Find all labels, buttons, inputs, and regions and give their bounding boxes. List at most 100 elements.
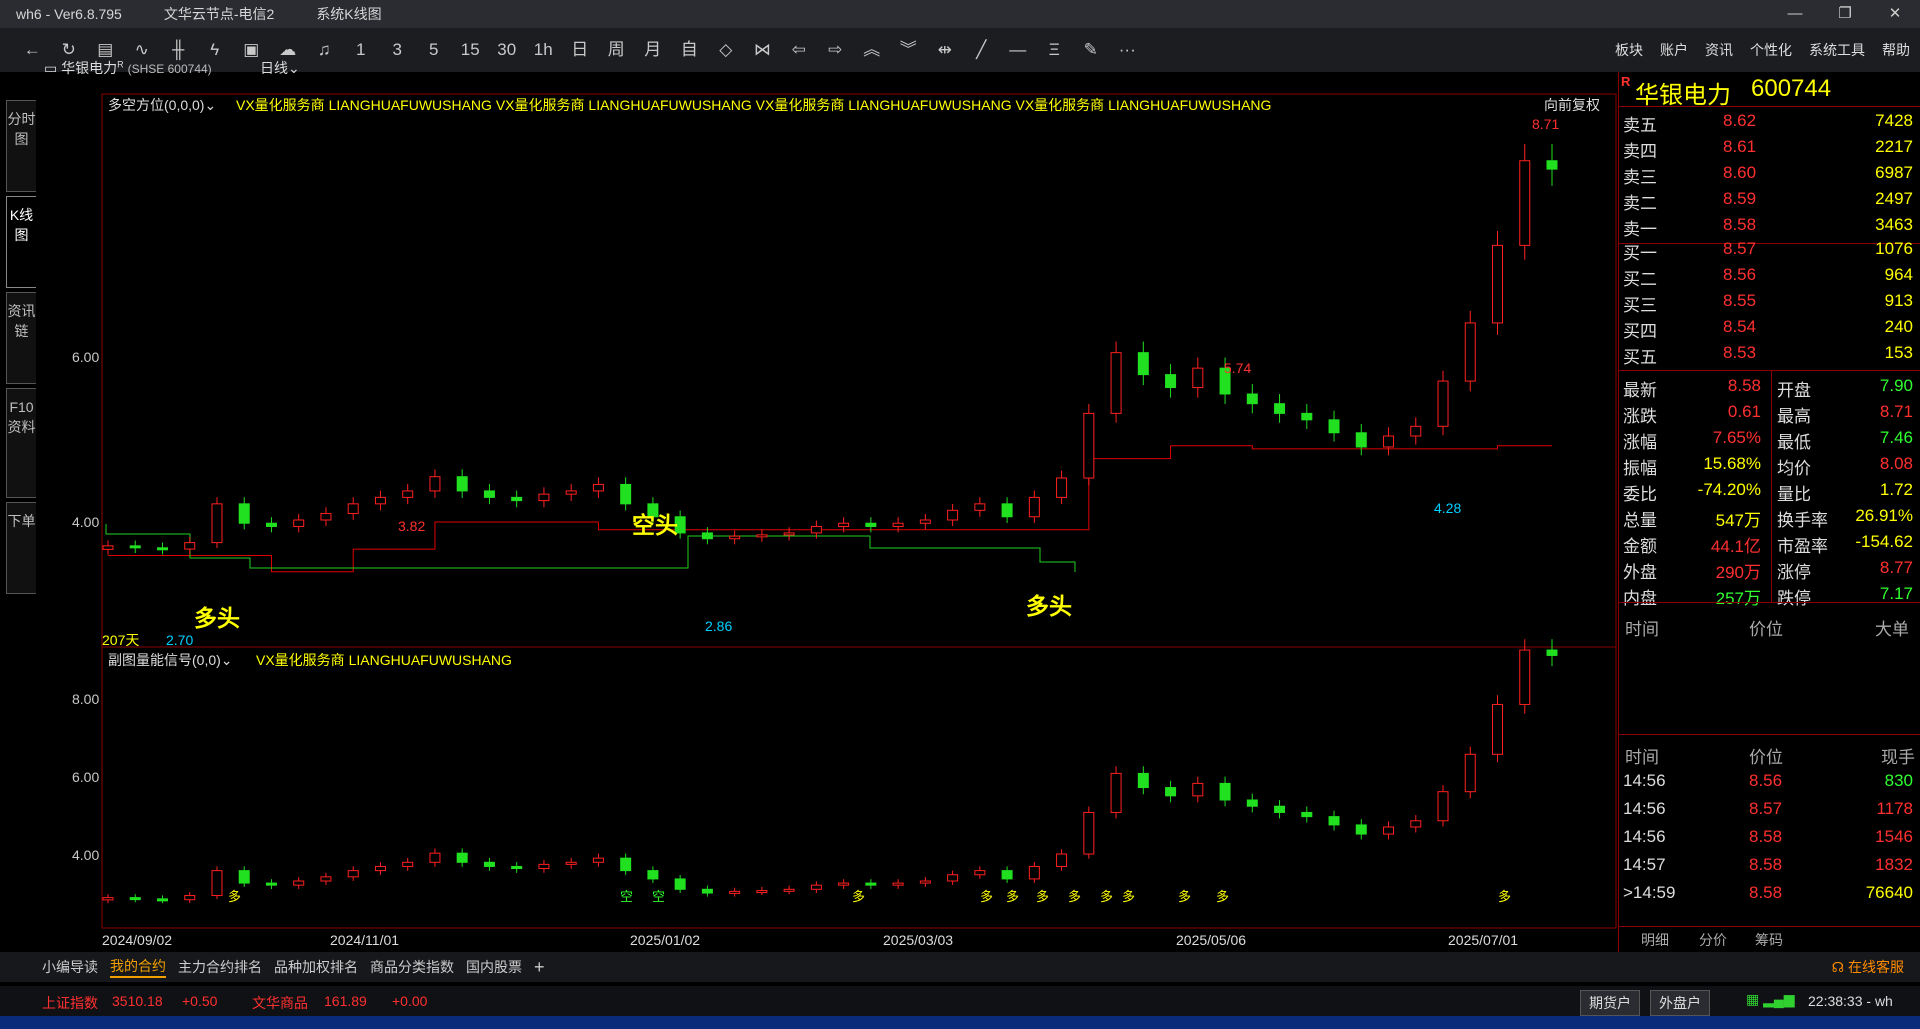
zoom-in-icon[interactable]: ◇ xyxy=(708,28,745,72)
menu-sector[interactable]: 板块 xyxy=(1615,40,1643,60)
sub-indicator-name[interactable]: 副图量能信号(0,0)⌄ xyxy=(108,650,233,670)
period-1[interactable]: 1 xyxy=(343,28,380,72)
sub-candle-body xyxy=(947,874,959,882)
ask-row: 卖三 8.60 6987 xyxy=(1619,160,1920,187)
menu-tools[interactable]: 系统工具 xyxy=(1809,40,1865,60)
bid-row: 买四 8.54 240 xyxy=(1619,314,1920,341)
index2-name[interactable]: 文华商品 xyxy=(252,993,308,1013)
kline-chart[interactable] xyxy=(0,72,1618,952)
sub-signal-label: 多 xyxy=(1122,889,1136,904)
text-icon[interactable]: Ξ xyxy=(1036,28,1073,72)
foreign-account-button[interactable]: 外盘户 xyxy=(1650,990,1710,1016)
left-icon[interactable]: ⇦ xyxy=(781,28,818,72)
btab-main-rank[interactable]: 主力合约排名 xyxy=(178,957,262,977)
period-1h[interactable]: 1h xyxy=(525,28,562,72)
more-icon[interactable]: ··· xyxy=(1109,28,1146,72)
sub-candle-body xyxy=(701,888,713,894)
menu-account[interactable]: 账户 xyxy=(1660,40,1688,60)
btab-category-index[interactable]: 商品分类指数 xyxy=(370,957,454,977)
sub-candle-body xyxy=(1464,753,1476,793)
candle-body xyxy=(293,519,305,527)
up-icon[interactable]: ︽ xyxy=(854,28,891,72)
futures-account-button[interactable]: 期货户 xyxy=(1580,990,1640,1016)
menu-personalize[interactable]: 个性化 xyxy=(1750,40,1792,60)
hline-icon[interactable]: — xyxy=(1000,28,1037,72)
sub-candle-body xyxy=(1274,805,1286,813)
period-dropdown[interactable]: 日线⌄ xyxy=(260,58,300,78)
btab-weighted-rank[interactable]: 品种加权排名 xyxy=(274,957,358,977)
stat-value: 15.68% xyxy=(1703,454,1761,473)
period-3[interactable]: 3 xyxy=(379,28,416,72)
tab-detail[interactable]: 明细 xyxy=(1641,930,1669,950)
period-day[interactable]: 日 xyxy=(562,28,599,72)
period-30[interactable]: 30 xyxy=(489,28,526,72)
draw-line-icon[interactable]: ╱ xyxy=(963,28,1000,72)
chart-area[interactable]: ▭ 华银电力R (SHSE 600744) 日线⌄ 多空方位(0,0,0)⌄ VX… xyxy=(0,59,1618,952)
sub-sponsor-tags: VX量化服务商 LIANGHUAFUWUSHANG xyxy=(256,652,512,668)
eraser-icon[interactable]: ✎ xyxy=(1073,28,1110,72)
sub-candle-body xyxy=(1110,772,1122,813)
bid-label: 买五 xyxy=(1623,348,1657,367)
add-tab-button[interactable]: + xyxy=(534,957,545,978)
btab-guide[interactable]: 小编导读 xyxy=(42,957,98,977)
tab-chip[interactable]: 筹码 xyxy=(1755,930,1783,950)
sub-candle-body xyxy=(810,884,822,890)
candle-body xyxy=(1328,419,1340,434)
divider xyxy=(1619,602,1920,603)
sub-candle-body xyxy=(892,882,904,886)
quote-code: 600744 xyxy=(1751,75,1832,102)
btab-stocks[interactable]: 国内股票 xyxy=(466,957,522,977)
bid-volume: 153 xyxy=(1884,343,1913,362)
tab-price[interactable]: 分价 xyxy=(1699,930,1727,950)
title-bar: wh6 - Ver6.8.795 文华云节点-电信2 系统K线图 — ❐ ✕ xyxy=(0,0,1920,28)
period-15[interactable]: 15 xyxy=(452,28,489,72)
candle-body xyxy=(402,490,414,498)
candle-body xyxy=(483,490,495,498)
server-name[interactable]: 文华云节点-电信2 xyxy=(164,4,274,24)
detail-h-price: 价位 xyxy=(1749,620,1783,639)
minimize-icon[interactable]: — xyxy=(1770,0,1820,28)
split-icon[interactable]: ⇹ xyxy=(927,28,964,72)
tick-price: 8.56 xyxy=(1749,771,1783,790)
bell-icon[interactable]: ♫ xyxy=(306,28,343,72)
down-icon[interactable]: ︾ xyxy=(890,28,927,72)
zoom-out-icon[interactable]: ⋈ xyxy=(744,28,781,72)
candle-body xyxy=(429,476,441,492)
stat-label: 最高 xyxy=(1777,407,1811,426)
menu-news[interactable]: 资讯 xyxy=(1705,40,1733,60)
close-icon[interactable]: ✕ xyxy=(1870,0,1920,28)
stat-row: 委比 -74.20% 量比 1.72 xyxy=(1619,477,1920,504)
tick-volume: 1832 xyxy=(1875,855,1913,874)
tick-price: 8.58 xyxy=(1749,827,1783,846)
stat-value: 257万 xyxy=(1715,589,1761,608)
stat-label: 最低 xyxy=(1777,433,1811,452)
period-week[interactable]: 周 xyxy=(598,28,635,72)
right-icon[interactable]: ⇨ xyxy=(817,28,854,72)
restore-icon[interactable]: ❐ xyxy=(1820,0,1870,28)
chart-stock-name: ▭ 华银电力R (SHSE 600744) xyxy=(44,59,212,76)
sub-candle-body xyxy=(538,863,550,870)
sub-candle-body xyxy=(674,878,686,890)
period-custom[interactable]: 自 xyxy=(671,28,708,72)
sub-candle-body xyxy=(456,852,468,863)
index1-name[interactable]: 上证指数 xyxy=(42,993,98,1013)
taskbar xyxy=(0,1016,1920,1029)
sub-candle-body xyxy=(1083,811,1095,855)
service-link[interactable]: ☊ 在线客服 xyxy=(1832,957,1904,977)
support-line xyxy=(108,445,1552,573)
bid-row: 买一 8.57 1076 xyxy=(1619,236,1920,263)
index2-change: +0.00 xyxy=(392,993,428,1009)
btab-contracts[interactable]: 我的合约 xyxy=(110,956,166,978)
menu-help[interactable]: 帮助 xyxy=(1882,40,1910,60)
stat-row: 总量 547万 换手率 26.91% xyxy=(1619,503,1920,530)
quote-panel: R 华银电力 600744 卖五 8.62 7428 卖四 8.61 2217 卖三 8.60… xyxy=(1618,72,1920,952)
main-indicator-name[interactable]: 多空方位(0,0,0)⌄ xyxy=(108,95,216,115)
period-month[interactable]: 月 xyxy=(635,28,672,72)
adjust-label[interactable]: 向前复权 xyxy=(1544,95,1600,115)
period-5[interactable]: 5 xyxy=(416,28,453,72)
stat-value: 8.58 xyxy=(1727,376,1761,395)
sub-candle-body xyxy=(511,865,523,870)
ask-label: 卖五 xyxy=(1623,116,1657,135)
tick-price: 8.58 xyxy=(1749,855,1783,874)
main-sponsor-tags: VX量化服务商 LIANGHUAFUWUSHANG VX量化服务商 LIANGH… xyxy=(236,97,1272,113)
